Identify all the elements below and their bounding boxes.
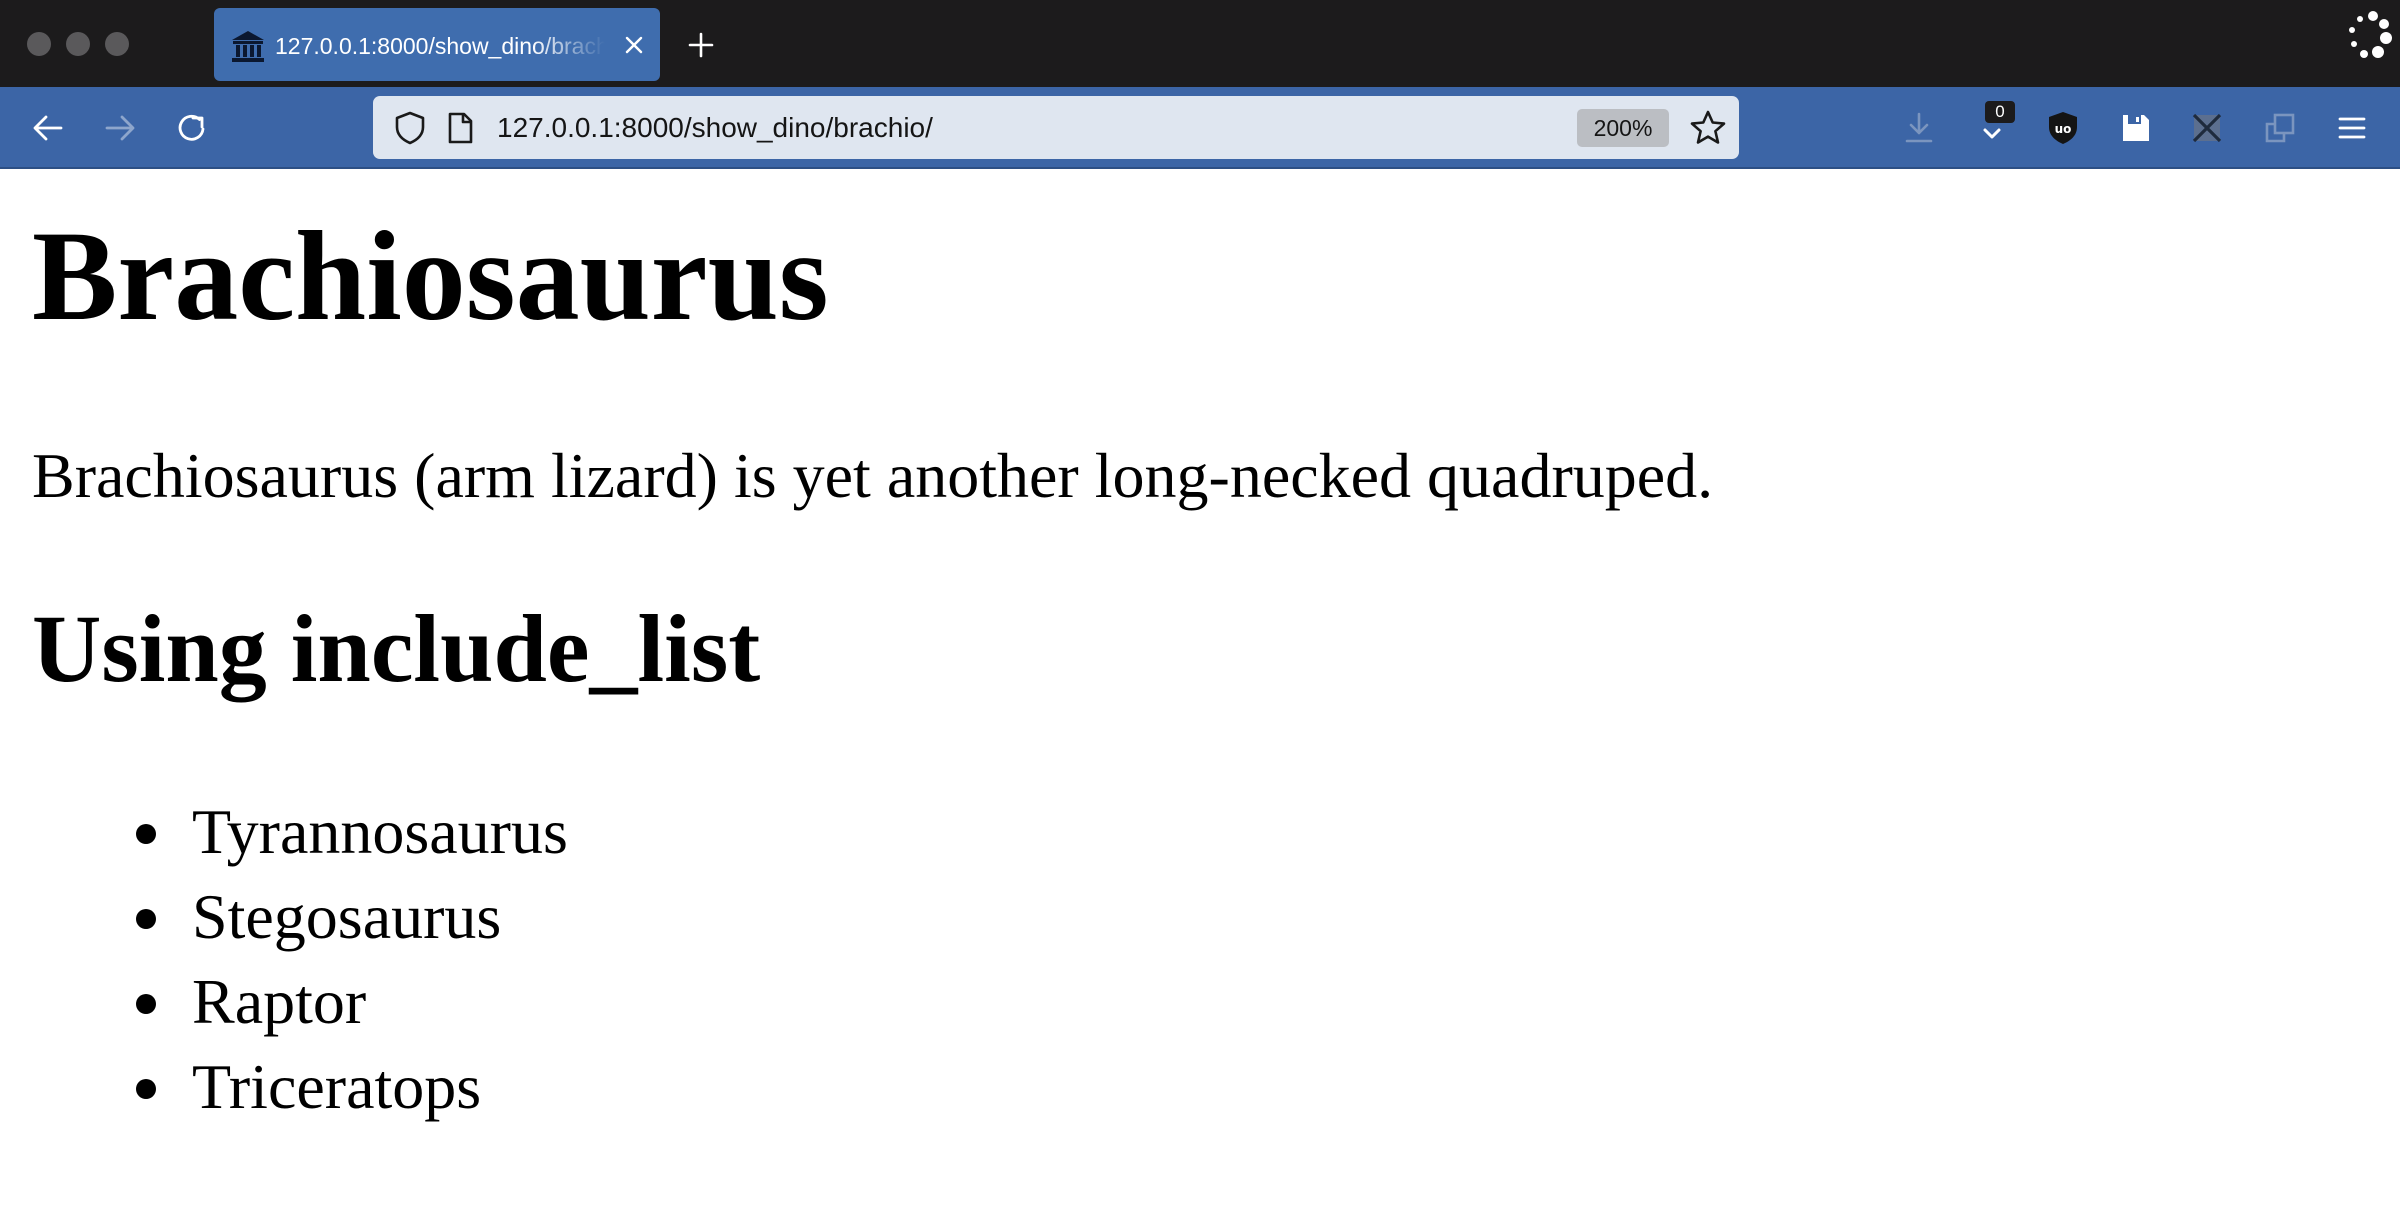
forward-button[interactable] [100,108,140,148]
active-tab[interactable]: 127.0.0.1:8000/show_dino/brachio/ [214,8,660,81]
close-tab-icon[interactable] [620,31,648,59]
svg-text:uo: uo [2055,122,2072,136]
back-button[interactable] [28,108,68,148]
zoom-level-button[interactable]: 200% [1577,109,1669,147]
page-title: Brachiosaurus [32,205,829,347]
list-item: Triceratops [128,1044,568,1129]
ublock-icon: uo [2049,112,2077,144]
forward-arrow-icon [105,115,135,141]
list-item: Tyrannosaurus [128,789,568,874]
save-icon [2123,115,2149,141]
notification-badge: 0 [1985,101,2015,123]
window-minimize-button[interactable] [66,32,90,56]
page-content: Brachiosaurus Brachiosaurus (arm lizard)… [0,171,2400,1223]
reload-icon [178,114,205,141]
dino-list: Tyrannosaurus Stegosaurus Raptor Tricera… [128,789,568,1129]
hamburger-menu-icon [2338,117,2366,139]
tab-strip: 127.0.0.1:8000/show_dino/brachio/ [0,0,2400,87]
list-item: Raptor [128,959,568,1044]
navigation-toolbar: 127.0.0.1:8000/show_dino/brachio/ 200% 0… [0,87,2400,169]
window-icon [2265,113,2295,143]
reload-button[interactable] [172,108,212,148]
dino-description: Brachiosaurus (arm lizard) is yet anothe… [32,440,1714,511]
window-maximize-button[interactable] [105,32,129,56]
museum-icon [232,31,264,62]
section-heading: Using include_list [32,595,761,702]
ublock-button[interactable]: uo [2043,108,2083,148]
app-menu-button[interactable] [2332,108,2372,148]
window-close-button[interactable] [27,32,51,56]
download-icon [1905,112,1933,143]
extension-button[interactable] [2187,108,2227,148]
save-button[interactable] [2116,108,2156,148]
tab-title: 127.0.0.1:8000/show_dino/brachio/ [275,33,605,59]
list-item: Stegosaurus [128,874,568,959]
extension-disabled-icon [2192,113,2222,143]
back-arrow-icon [33,115,63,141]
address-bar[interactable]: 127.0.0.1:8000/show_dino/brachio/ 200% [373,96,1739,159]
tracking-protection-shield-icon[interactable] [391,109,429,147]
url-text[interactable]: 127.0.0.1:8000/show_dino/brachio/ [497,112,933,144]
picture-in-picture-button[interactable] [2260,108,2300,148]
bookmark-star-icon[interactable] [1688,108,1728,148]
page-info-icon[interactable] [441,109,479,147]
loading-spinner-icon[interactable] [2342,8,2394,64]
new-tab-icon[interactable] [684,28,718,62]
downloads-button[interactable] [1899,108,1939,148]
